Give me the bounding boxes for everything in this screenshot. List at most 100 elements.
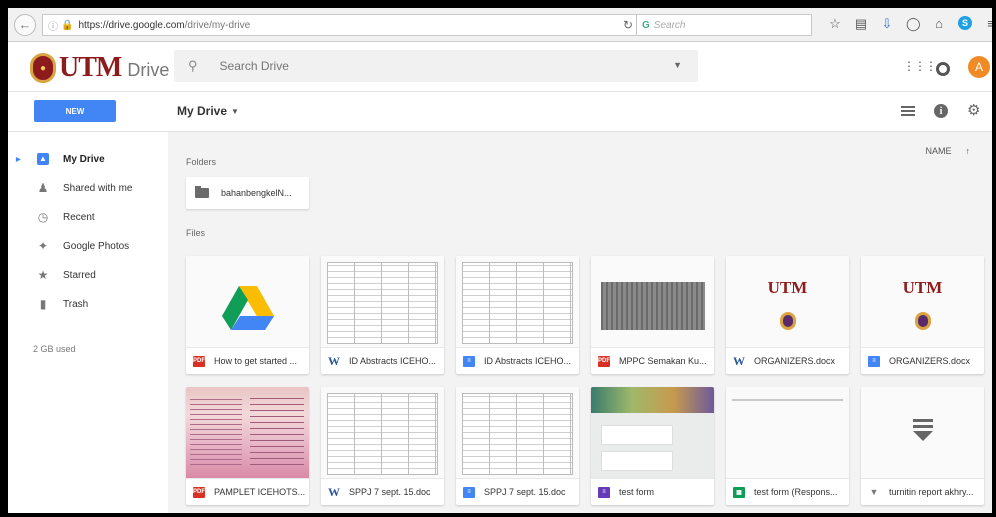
file-thumbnail bbox=[186, 256, 309, 348]
folder-item[interactable]: bahanbengkelN... bbox=[186, 177, 309, 209]
breadcrumb[interactable]: My Drive ▼ bbox=[177, 104, 239, 118]
logo-product: Drive bbox=[127, 59, 170, 80]
file-card-footer: PDF How to get started ... bbox=[186, 348, 309, 374]
file-thumbnail bbox=[726, 387, 849, 479]
utm-seal-icon: ● bbox=[30, 53, 56, 83]
google-docs-icon: ≡ bbox=[868, 355, 880, 367]
list-view-icon[interactable] bbox=[901, 106, 915, 116]
breadcrumb-label: My Drive bbox=[177, 104, 228, 118]
file-card-footer: W ORGANIZERS.docx bbox=[726, 348, 849, 374]
search-icon[interactable]: ⚲ bbox=[188, 58, 198, 74]
search-options-dropdown-icon[interactable]: ▼ bbox=[673, 60, 682, 70]
file-thumbnail: UTM bbox=[726, 256, 849, 348]
file-card[interactable]: UTM ≡ ORGANIZERS.docx bbox=[861, 256, 984, 374]
gear-icon[interactable]: ⚙ bbox=[967, 101, 980, 119]
file-card[interactable]: W SPPJ 7 sept. 15.doc bbox=[321, 387, 444, 505]
sidebar-item-recent[interactable]: ◷ Recent bbox=[8, 206, 168, 228]
table-document-preview bbox=[327, 393, 438, 475]
google-sheets-icon: ▦ bbox=[733, 486, 745, 498]
table-document-preview bbox=[327, 262, 438, 344]
file-thumbnail bbox=[321, 387, 444, 479]
file-name: ID Abstracts ICEHO... bbox=[484, 356, 572, 366]
preview-logo-text: UTM bbox=[902, 278, 943, 297]
file-card[interactable]: ≡ test form bbox=[591, 387, 714, 505]
avatar[interactable]: A bbox=[968, 56, 990, 78]
file-card-footer: W ID Abstracts ICEHO... bbox=[321, 348, 444, 374]
browser-search-input[interactable]: G Search bbox=[636, 14, 812, 36]
file-card-footer: ≡ ID Abstracts ICEHO... bbox=[456, 348, 579, 374]
info-icon[interactable]: ⓘ bbox=[48, 18, 58, 33]
generic-file-icon bbox=[913, 419, 933, 444]
file-name: ORGANIZERS.docx bbox=[754, 356, 836, 366]
folder-name: bahanbengkelN... bbox=[221, 188, 292, 198]
file-card[interactable]: ≡ SPPJ 7 sept. 15.doc bbox=[456, 387, 579, 505]
sidebar: ▶ ▲ My Drive ♟ Shared with me ◷ Recent ✦… bbox=[8, 132, 168, 513]
details-info-icon[interactable]: i bbox=[934, 104, 948, 118]
sidebar-item-label: Recent bbox=[63, 211, 95, 223]
file-card-footer: ≡ ORGANIZERS.docx bbox=[861, 348, 984, 374]
file-card[interactable]: UTM W ORGANIZERS.docx bbox=[726, 256, 849, 374]
file-thumbnail bbox=[456, 387, 579, 479]
file-card-footer: ▼ turnitin report akhry... bbox=[861, 479, 984, 505]
google-drive-logo-icon bbox=[222, 286, 274, 330]
file-card-footer: ▦ test form (Respons... bbox=[726, 479, 849, 505]
file-card[interactable]: PDF MPPC Semakan Ku... bbox=[591, 256, 714, 374]
new-button[interactable]: NEW bbox=[34, 100, 116, 122]
apps-grid-icon[interactable]: ⋮⋮⋮ bbox=[903, 60, 937, 72]
reload-icon[interactable]: ↻ bbox=[623, 18, 633, 32]
sidebar-item-label: Google Photos bbox=[63, 240, 130, 252]
file-name: ID Abstracts ICEHO... bbox=[349, 356, 437, 366]
form-field-preview bbox=[601, 451, 673, 471]
search-input[interactable] bbox=[219, 59, 640, 73]
lock-icon: 🔒 bbox=[61, 19, 74, 31]
notifications-icon[interactable] bbox=[936, 62, 950, 76]
skype-icon[interactable]: S bbox=[958, 16, 972, 30]
sidebar-item-label: Starred bbox=[63, 269, 96, 281]
bookmark-star-icon[interactable]: ☆ bbox=[828, 16, 842, 32]
utm-letterhead-preview: UTM bbox=[726, 256, 849, 330]
sidebar-item-starred[interactable]: ★ Starred bbox=[8, 264, 168, 286]
home-icon[interactable]: ⌂ bbox=[932, 16, 946, 32]
file-icon: ▼ bbox=[869, 487, 879, 497]
sort-control[interactable]: NAME ↑ bbox=[925, 146, 970, 156]
address-bar[interactable]: ⓘ 🔒 https://drive.google.com/drive/my-dr… bbox=[42, 14, 640, 36]
file-thumbnail bbox=[591, 256, 714, 348]
file-card[interactable]: ≡ ID Abstracts ICEHO... bbox=[456, 256, 579, 374]
utm-drive-logo[interactable]: ● UTM Drive bbox=[30, 52, 169, 84]
back-arrow-icon[interactable]: ← bbox=[14, 13, 36, 36]
hamburger-menu-icon[interactable]: ≡ bbox=[984, 16, 992, 32]
file-card[interactable]: PDF PAMPLET ICEHOTS... bbox=[186, 387, 309, 505]
sort-label: NAME bbox=[925, 146, 952, 156]
expand-arrow-icon[interactable]: ▶ bbox=[16, 156, 21, 163]
download-icon[interactable]: ⇩ bbox=[880, 16, 894, 32]
google-forms-icon: ≡ bbox=[598, 486, 610, 498]
file-name: ORGANIZERS.docx bbox=[889, 356, 971, 366]
sidebar-item-shared-with-me[interactable]: ♟ Shared with me bbox=[8, 177, 168, 199]
file-thumbnail bbox=[456, 256, 579, 348]
reading-list-icon[interactable]: ▤ bbox=[854, 16, 868, 32]
sidebar-item-trash[interactable]: ▮ Trash bbox=[8, 293, 168, 315]
file-card[interactable]: ▦ test form (Respons... bbox=[726, 387, 849, 505]
word-icon: W bbox=[733, 353, 745, 368]
pocket-icon[interactable]: ◯ bbox=[906, 16, 921, 32]
spreadsheet-preview bbox=[601, 282, 705, 330]
browser-window: ← ⓘ 🔒 https://drive.google.com/drive/my-… bbox=[8, 8, 992, 513]
sidebar-item-my-drive[interactable]: ▶ ▲ My Drive bbox=[8, 148, 168, 170]
file-name: test form bbox=[619, 487, 655, 497]
file-card-footer: ≡ test form bbox=[591, 479, 714, 505]
file-card[interactable]: W ID Abstracts ICEHO... bbox=[321, 256, 444, 374]
pdf-icon: PDF bbox=[193, 355, 205, 367]
file-thumbnail bbox=[591, 387, 714, 479]
file-card[interactable]: PDF How to get started ... bbox=[186, 256, 309, 374]
folders-heading: Folders bbox=[186, 157, 217, 167]
file-name: MPPC Semakan Ku... bbox=[619, 356, 707, 366]
sidebar-item-google-photos[interactable]: ✦ Google Photos bbox=[8, 235, 168, 257]
storage-usage: 2 GB used bbox=[33, 344, 76, 354]
file-card-footer: PDF PAMPLET ICEHOTS... bbox=[186, 479, 309, 505]
trash-icon: ▮ bbox=[39, 297, 47, 311]
file-name: test form (Respons... bbox=[754, 487, 838, 497]
file-card[interactable]: ▼ turnitin report akhry... bbox=[861, 387, 984, 505]
file-name: SPPJ 7 sept. 15.doc bbox=[484, 487, 566, 497]
google-docs-icon: ≡ bbox=[463, 355, 475, 367]
main-content: Folders NAME ↑ bahanbengkelN... Files PD… bbox=[168, 132, 992, 513]
